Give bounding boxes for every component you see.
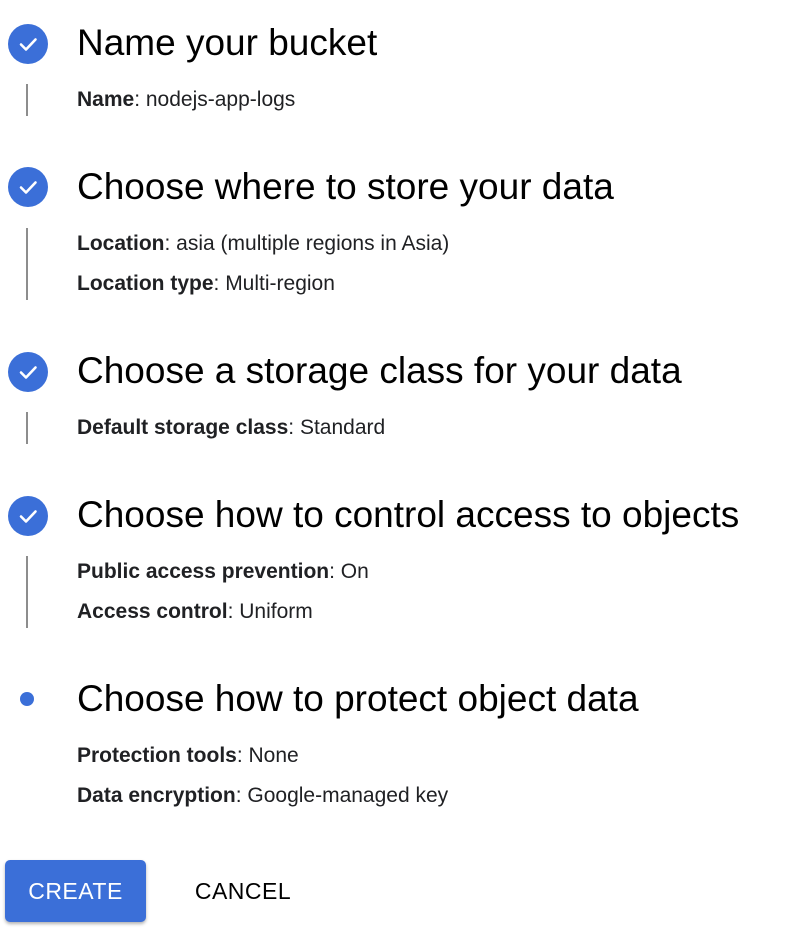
detail-key: Protection tools bbox=[77, 744, 237, 767]
step-detail-protection-tools: Protection tools: None bbox=[77, 742, 299, 770]
step-connector bbox=[26, 556, 28, 628]
check-circle-icon bbox=[8, 24, 48, 64]
step-connector bbox=[26, 412, 28, 444]
detail-key: Default storage class bbox=[77, 416, 289, 439]
check-circle-icon bbox=[8, 352, 48, 392]
detail-value: Uniform bbox=[239, 600, 313, 623]
detail-value: Standard bbox=[299, 416, 386, 439]
detail-separator: : bbox=[236, 744, 249, 767]
detail-separator: : bbox=[235, 784, 248, 807]
detail-key: Name bbox=[77, 88, 135, 111]
detail-key: Public access prevention bbox=[77, 560, 330, 583]
detail-separator: : bbox=[227, 600, 240, 623]
step-title: Choose how to protect object data bbox=[77, 678, 639, 719]
step-connector bbox=[26, 228, 28, 300]
detail-separator: : bbox=[288, 416, 300, 439]
step-title: Choose how to control access to objects bbox=[77, 494, 740, 535]
step-detail-name: Name: nodejs-app-logs bbox=[77, 86, 295, 114]
dot-icon bbox=[20, 692, 34, 706]
step-detail-access-control: Access control: Uniform bbox=[77, 598, 313, 626]
step-detail-encryption: Data encryption: Google-managed key bbox=[77, 782, 448, 810]
detail-value: Multi-region bbox=[225, 272, 335, 295]
detail-separator: : bbox=[213, 272, 226, 295]
cancel-button[interactable]: CANCEL bbox=[176, 860, 310, 922]
check-circle-icon bbox=[8, 167, 48, 207]
detail-separator: : bbox=[134, 88, 146, 111]
detail-value: asia (multiple regions in Asia) bbox=[176, 232, 450, 255]
detail-value: None bbox=[248, 744, 299, 767]
detail-key: Access control bbox=[77, 600, 228, 623]
detail-value: nodejs-app-logs bbox=[145, 88, 296, 111]
detail-separator: : bbox=[329, 560, 341, 583]
step-title: Name your bucket bbox=[77, 22, 378, 63]
step-detail-storage-class: Default storage class: Standard bbox=[77, 414, 385, 442]
detail-key: Location type bbox=[77, 272, 214, 295]
step-detail-location: Location: asia (multiple regions in Asia… bbox=[77, 230, 449, 258]
step-detail-location-type: Location type: Multi-region bbox=[77, 270, 335, 298]
step-title: Choose where to store your data bbox=[77, 166, 614, 207]
check-circle-icon bbox=[8, 496, 48, 536]
step-connector bbox=[26, 84, 28, 116]
step-title: Choose a storage class for your data bbox=[77, 350, 682, 391]
step-detail-public-access: Public access prevention: On bbox=[77, 558, 369, 586]
form-actions: CREATE CANCEL bbox=[0, 860, 805, 924]
detail-key: Location bbox=[77, 232, 165, 255]
detail-value: On bbox=[340, 560, 369, 583]
detail-value: Google-managed key bbox=[247, 784, 449, 807]
create-button[interactable]: CREATE bbox=[5, 860, 146, 922]
detail-key: Data encryption bbox=[77, 784, 236, 807]
detail-separator: : bbox=[164, 232, 177, 255]
